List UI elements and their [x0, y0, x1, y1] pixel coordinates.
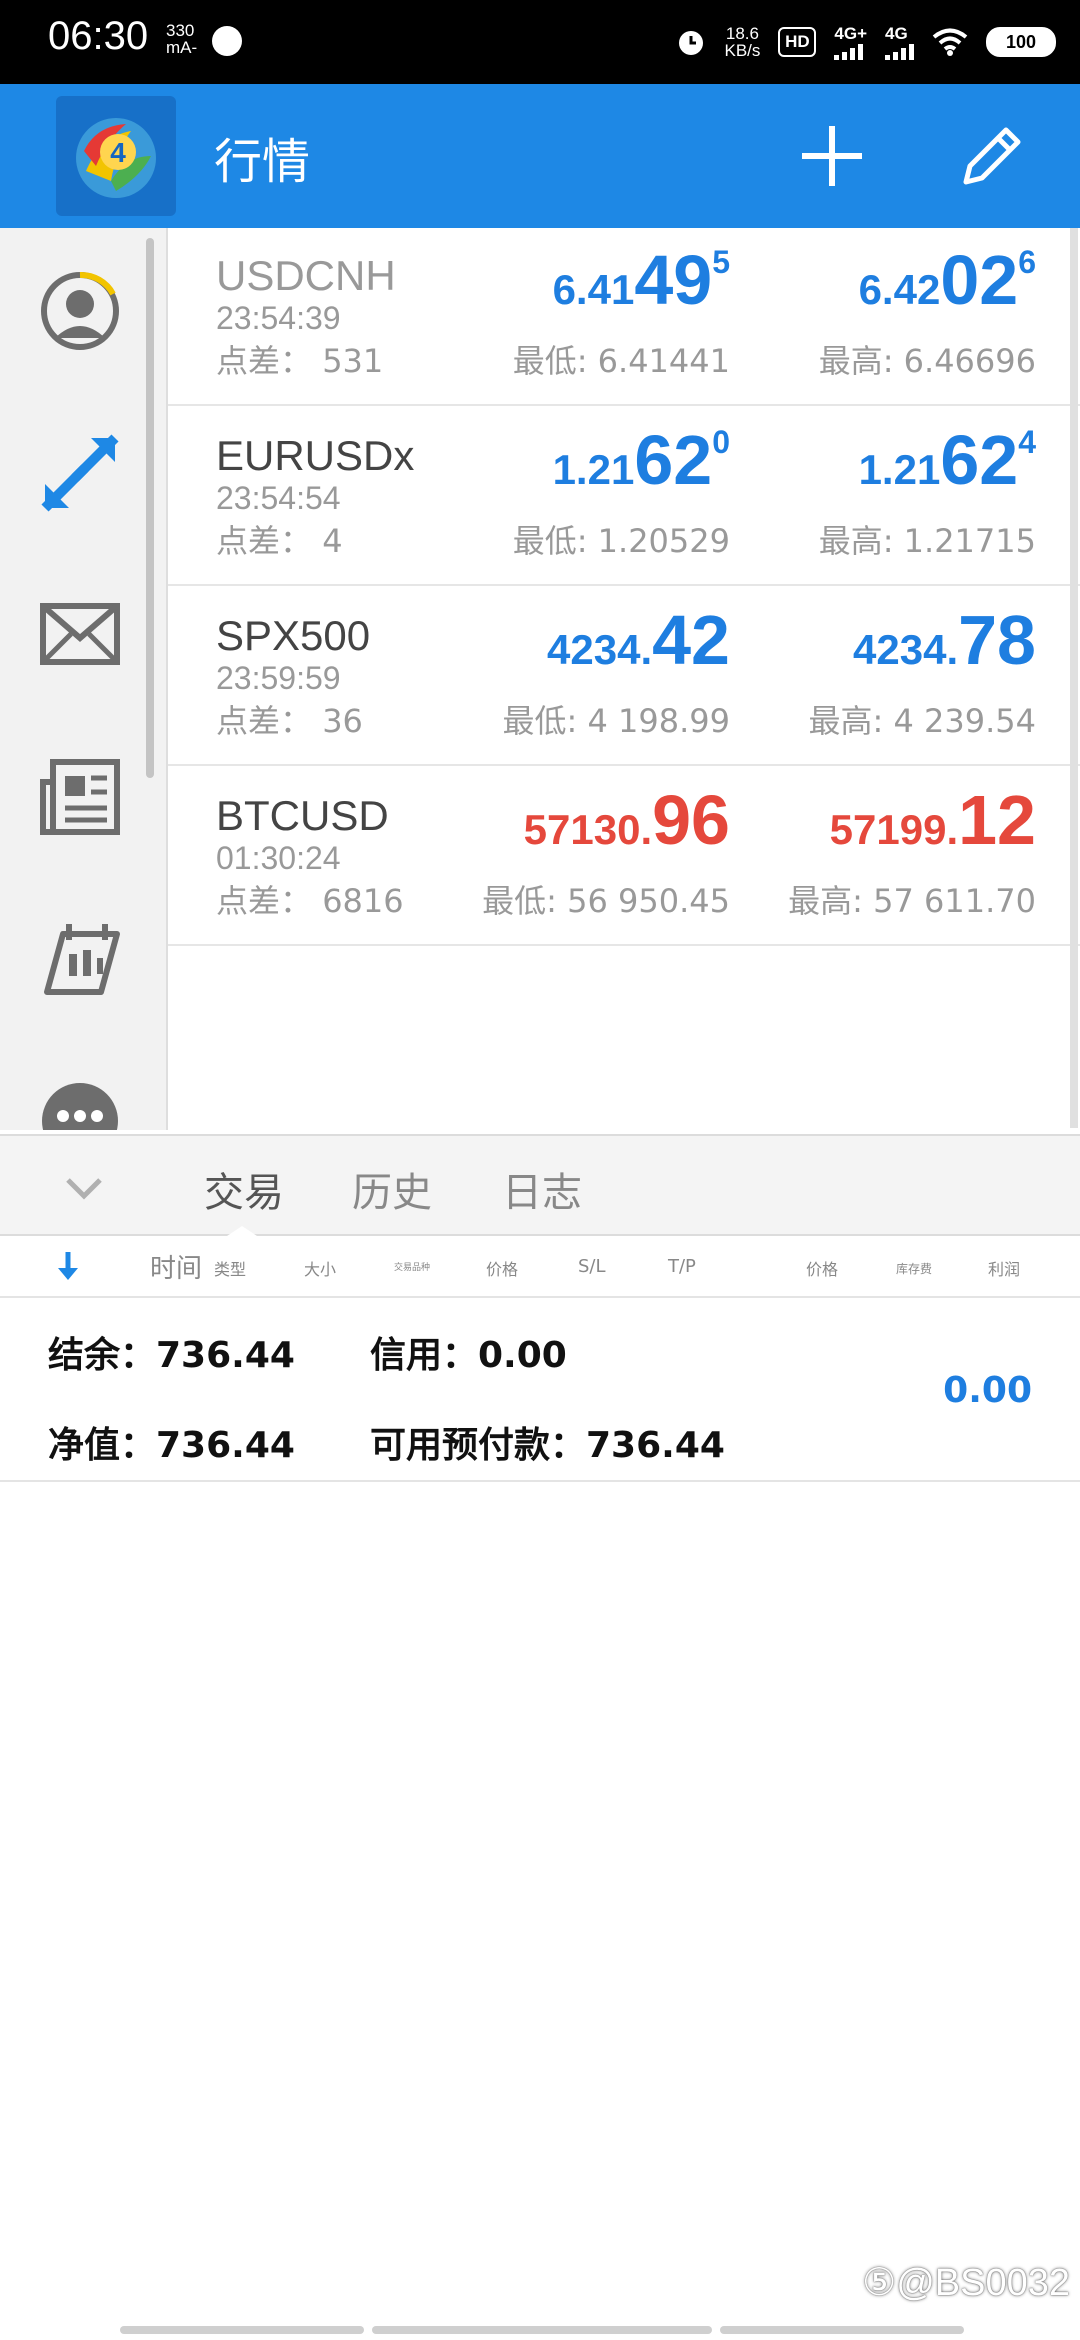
plus-icon[interactable] — [796, 120, 868, 192]
tab-trade[interactable]: 交易 — [204, 1160, 284, 1218]
ask-price: 1.21624 — [858, 421, 1036, 499]
calendar-icon[interactable] — [35, 914, 125, 1004]
equity-value: 净值：736.44 — [48, 1425, 295, 1466]
col-symbol[interactable]: 交易品种 — [394, 1260, 430, 1273]
ask-price: 6.42026 — [858, 241, 1036, 319]
col-time[interactable]: 时间 — [150, 1248, 202, 1285]
side-nav — [0, 228, 168, 1130]
col-type[interactable]: 类型 — [214, 1256, 246, 1280]
high-price: 最高: 4 239.54 — [808, 702, 1036, 740]
quote-spread: 点差： 4 — [216, 522, 343, 560]
col-price[interactable]: 价格 — [486, 1256, 518, 1280]
total-profit: 0.00 — [943, 1370, 1032, 1411]
bid-price: 57130.96 — [523, 781, 730, 859]
terminal-tabs: 交易 历史 日志 — [0, 1134, 1080, 1238]
nav-gesture-bar — [720, 2326, 964, 2334]
quote-time: 23:59:59 — [216, 660, 341, 696]
quote-row-eurusdx[interactable]: EURUSDx 23:54:54 点差： 4 1.21620 1.21624 最… — [168, 408, 1080, 586]
credit-value: 信用：0.00 — [370, 1335, 567, 1376]
quote-row-usdcnh[interactable]: USDCNH 23:54:39 点差： 531 6.41495 6.42026 … — [168, 228, 1080, 406]
signal-4g-icon: 4G — [885, 25, 914, 60]
quote-row-spx500[interactable]: SPX500 23:59:59 点差： 36 4234.42 4234.78 最… — [168, 588, 1080, 766]
account-summary: 结余：736.44 信用：0.00 净值：736.44 可用预付款：736.44… — [0, 1298, 1080, 1482]
low-price: 最低: 1.20529 — [512, 522, 730, 560]
low-price: 最低: 56 950.45 — [482, 882, 730, 920]
bid-price: 4234.42 — [547, 601, 730, 679]
mail-icon[interactable] — [35, 590, 125, 680]
col-sl[interactable]: S/L — [578, 1256, 606, 1277]
col-price-current[interactable]: 价格 — [806, 1256, 838, 1280]
ask-price: 57199.12 — [829, 781, 1036, 859]
low-price: 最低: 4 198.99 — [502, 702, 730, 740]
quote-symbol: USDCNH — [216, 252, 396, 299]
quote-time: 23:54:54 — [216, 480, 341, 516]
news-icon[interactable] — [35, 752, 125, 842]
ask-price: 4234.78 — [853, 601, 1036, 679]
quote-symbol: SPX500 — [216, 612, 371, 659]
status-bar: 06:30 330 mA- 18.6 KB/s HD 4G+ 4G 100 — [0, 0, 1080, 84]
nav-gesture-bar — [372, 2326, 712, 2334]
free-margin-value: 可用预付款：736.44 — [370, 1425, 725, 1466]
col-swap[interactable]: 库存费 — [896, 1260, 932, 1277]
quote-symbol: BTCUSD — [216, 792, 389, 839]
high-price: 最高: 6.46696 — [818, 342, 1036, 380]
app-bar: 4 行情 — [0, 84, 1080, 228]
bid-price: 6.41495 — [552, 241, 730, 319]
nav-scrollbar[interactable] — [146, 238, 154, 778]
quote-time: 23:54:39 — [216, 300, 341, 336]
quote-row-btcusd[interactable]: BTCUSD 01:30:24 点差： 6816 57130.96 57199.… — [168, 768, 1080, 946]
account-icon[interactable] — [35, 266, 125, 356]
low-price: 最低: 6.41441 — [512, 342, 730, 380]
tab-journal[interactable]: 日志 — [502, 1160, 582, 1218]
more-icon[interactable] — [35, 1076, 125, 1130]
wifi-icon — [932, 28, 968, 56]
high-price: 最高: 1.21715 — [818, 522, 1036, 560]
quote-time: 01:30:24 — [216, 840, 341, 876]
quote-symbol: EURUSDx — [216, 432, 415, 479]
status-current: 330 mA- — [166, 21, 198, 57]
page-title: 行情 — [214, 134, 311, 190]
quote-spread: 点差： 36 — [216, 702, 363, 740]
col-profit[interactable]: 利润 — [988, 1256, 1020, 1280]
quote-spread: 点差： 6816 — [216, 882, 404, 920]
status-time: 06:30 — [48, 14, 149, 58]
quotes-list: USDCNH 23:54:39 点差： 531 6.41495 6.42026 … — [168, 228, 1080, 1128]
jovi-icon — [212, 26, 242, 56]
tab-history[interactable]: 历史 — [352, 1160, 432, 1218]
balance-value: 结余：736.44 — [48, 1335, 295, 1376]
battery-icon: 100 — [986, 27, 1056, 57]
trade-column-header: 时间 类型 大小 交易品种 价格 S/L T/P 价格 库存费 利润 — [0, 1236, 1080, 1298]
chevron-down-icon[interactable] — [60, 1164, 108, 1212]
trade-arrows-icon[interactable] — [35, 428, 125, 518]
status-icons: 18.6 KB/s HD 4G+ 4G 100 — [676, 18, 1056, 66]
nav-gesture-bar — [120, 2326, 364, 2334]
network-speed: 18.6 KB/s — [724, 24, 761, 60]
svg-text:4: 4 — [110, 137, 126, 168]
watermark: ⑤@BS0032 — [862, 2262, 1070, 2304]
quote-spread: 点差： 531 — [216, 342, 384, 380]
hd-icon: HD — [778, 27, 817, 57]
pencil-icon[interactable] — [952, 120, 1032, 192]
bid-price: 1.21620 — [552, 421, 730, 499]
col-tp[interactable]: T/P — [668, 1256, 696, 1277]
alarm-icon — [679, 31, 704, 55]
sort-down-arrow-icon[interactable] — [56, 1250, 80, 1282]
metatrader-logo-icon: 4 — [56, 96, 176, 216]
quotes-scrollbar[interactable] — [1070, 228, 1078, 1128]
signal-4g-plus-icon: 4G+ — [834, 25, 867, 60]
high-price: 最高: 57 611.70 — [788, 882, 1036, 920]
col-size[interactable]: 大小 — [304, 1256, 336, 1280]
